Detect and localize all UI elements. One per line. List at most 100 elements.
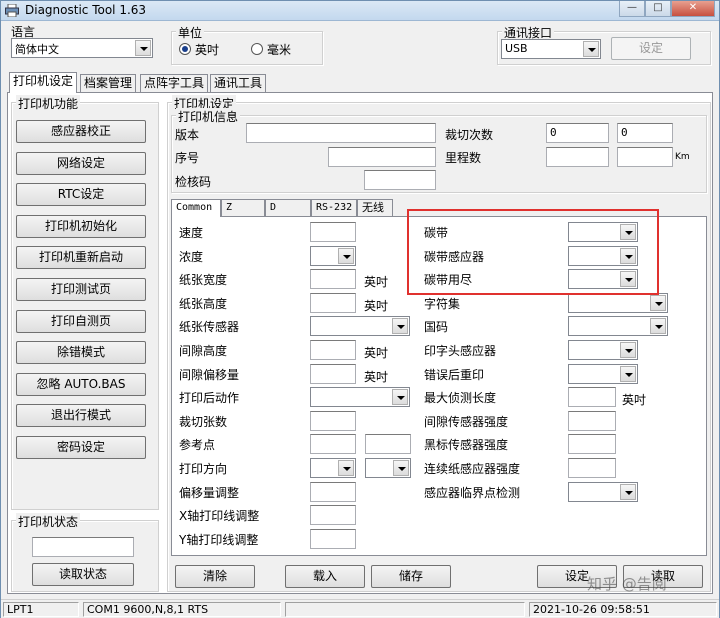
tab-comm-tool[interactable]: 通讯工具: [210, 74, 267, 92]
unit-inch-label: 英吋: [195, 43, 220, 57]
status-comm: COM1 9600,N,8,1 RTS: [83, 602, 281, 617]
maximize-button[interactable]: □: [645, 1, 671, 17]
param-field[interactable]: [310, 505, 356, 526]
param-field[interactable]: [310, 363, 356, 384]
serial-field[interactable]: [328, 147, 436, 167]
status-datetime: 2021-10-26 09:58:51: [529, 602, 717, 617]
param-label: 间隙偏移量: [179, 367, 240, 382]
function-button[interactable]: 打印自测页: [16, 309, 146, 333]
param-label: 打印后动作: [179, 391, 240, 406]
subtab-common[interactable]: Common: [171, 199, 221, 217]
param-select[interactable]: [310, 387, 410, 408]
bottom-button[interactable]: 载入: [285, 565, 365, 588]
param-select[interactable]: [568, 363, 638, 384]
param-select[interactable]: [310, 458, 356, 478]
param-unit: 英吋: [364, 275, 389, 290]
function-button[interactable]: 网络设定: [16, 151, 146, 175]
param-label: 国码: [424, 320, 449, 335]
printer-info-title: 打印机信息: [176, 108, 241, 125]
subtab-wireless[interactable]: 无线: [357, 199, 393, 216]
param-select[interactable]: [568, 481, 638, 502]
mileage-field-1[interactable]: [546, 147, 609, 167]
unit-mm-radio[interactable]: [251, 43, 263, 55]
param-label: Y轴打印线调整: [179, 532, 259, 547]
read-status-button[interactable]: 读取状态: [32, 563, 134, 586]
param-field[interactable]: [310, 481, 356, 502]
param-field[interactable]: [310, 434, 356, 455]
param-label: 感应器临界点检测: [424, 485, 521, 500]
function-button[interactable]: 退出行模式: [16, 404, 146, 428]
mileage-field-2[interactable]: [617, 147, 673, 167]
param-field[interactable]: [310, 292, 356, 313]
function-button[interactable]: 打印测试页: [16, 278, 146, 301]
param-field[interactable]: [310, 222, 356, 242]
cut-count-label: 裁切次数: [445, 128, 494, 142]
cut-count-field-1[interactable]: 0: [546, 123, 609, 143]
param-field[interactable]: [310, 340, 356, 360]
subtab-z[interactable]: Z: [221, 199, 265, 216]
chevron-down-icon: [620, 342, 636, 358]
mileage-label: 里程数: [445, 151, 482, 165]
param-select[interactable]: [310, 316, 410, 337]
tab-bitmap-font-tool[interactable]: 点阵字工具: [140, 74, 209, 92]
cut-count-field-2[interactable]: 0: [617, 123, 673, 143]
param-label: 速度: [179, 226, 204, 240]
param-select[interactable]: [568, 340, 638, 360]
unit-inch-radio[interactable]: [179, 43, 191, 55]
km-label: Km: [675, 152, 690, 162]
minimize-button[interactable]: —: [619, 1, 645, 17]
version-field[interactable]: [246, 123, 436, 143]
status-empty: [285, 602, 525, 617]
printer-status-title: 打印机状态: [16, 513, 81, 530]
language-select[interactable]: 简体中文: [11, 38, 153, 58]
param-field-2[interactable]: [365, 434, 411, 455]
param-label: 纸张高度: [179, 296, 228, 311]
param-unit: 英吋: [622, 393, 647, 408]
chevron-down-icon: [393, 460, 409, 476]
subtab-rs232[interactable]: RS-232: [311, 199, 357, 216]
function-button[interactable]: 忽略 AUTO.BAS: [16, 372, 146, 396]
param-label: 黑标传感器强度: [424, 438, 509, 453]
param-field[interactable]: [310, 269, 356, 290]
param-field[interactable]: [310, 528, 356, 549]
watermark: 知乎 @告阅: [587, 575, 667, 593]
param-field[interactable]: [568, 458, 616, 478]
tab-file-management[interactable]: 档案管理: [80, 74, 137, 92]
param-unit: 英吋: [364, 369, 389, 384]
param-select-2[interactable]: [365, 458, 411, 478]
param-select[interactable]: [310, 245, 356, 266]
comm-interface-select[interactable]: USB: [501, 39, 601, 59]
param-label: 参考点: [179, 438, 216, 453]
chevron-down-icon: [620, 365, 636, 382]
unit-label: 单位: [176, 24, 205, 41]
param-label: 纸张传感器: [179, 320, 240, 335]
param-field[interactable]: [568, 387, 616, 408]
printer-status-field[interactable]: [32, 537, 134, 557]
function-button[interactable]: 打印机初始化: [16, 214, 146, 238]
function-button[interactable]: 打印机重新启动: [16, 246, 146, 270]
printer-app-icon: [5, 4, 19, 17]
bottom-button[interactable]: 清除: [175, 565, 255, 588]
function-button[interactable]: RTC设定: [16, 183, 146, 207]
comm-setup-button[interactable]: 设定: [611, 37, 691, 60]
param-select[interactable]: [568, 292, 668, 313]
function-button[interactable]: 除错模式: [16, 341, 146, 365]
bottom-button[interactable]: 储存: [371, 565, 451, 588]
chevron-down-icon: [392, 389, 408, 406]
param-unit: 英吋: [364, 298, 389, 313]
checksum-field[interactable]: [364, 170, 436, 190]
chevron-down-icon: [583, 41, 599, 57]
close-button[interactable]: ✕: [671, 1, 715, 17]
param-field[interactable]: [568, 410, 616, 431]
param-select[interactable]: [568, 316, 668, 337]
app-window: Diagnostic Tool 1.63 — □ ✕ 语言 简体中文 单位 英吋…: [0, 0, 720, 618]
function-button[interactable]: 感应器校正: [16, 120, 146, 143]
param-field[interactable]: [310, 410, 356, 431]
param-field[interactable]: [568, 434, 616, 455]
printer-function-title: 打印机功能: [16, 95, 81, 112]
subtab-d[interactable]: D: [265, 199, 311, 216]
unit-group: 单位: [171, 24, 323, 65]
tab-printer-settings[interactable]: 打印机设定: [9, 72, 78, 93]
version-label: 版本: [175, 128, 200, 142]
function-button[interactable]: 密码设定: [16, 436, 146, 459]
